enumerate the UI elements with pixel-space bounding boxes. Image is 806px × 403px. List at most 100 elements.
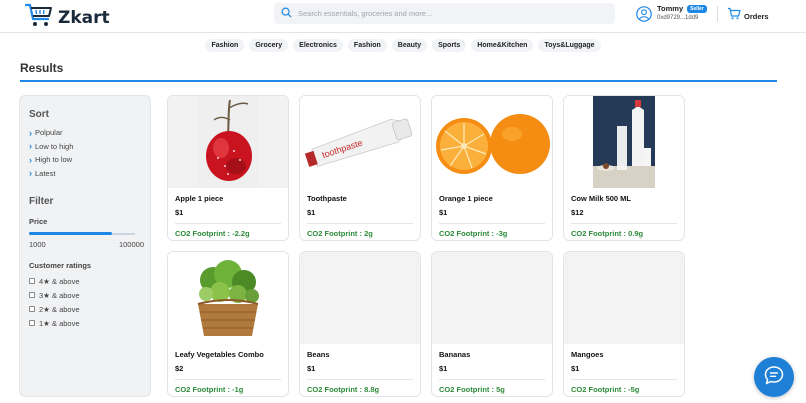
category-sports[interactable]: Sports (432, 39, 467, 52)
rating-option-3[interactable]: 3★ & above (29, 288, 141, 302)
product-name: Apple 1 piece (175, 194, 224, 203)
co2-footprint: CO2 Footprint : 8.8g (307, 385, 380, 394)
sort-option-low-to-high[interactable]: › Low to high (29, 140, 141, 154)
category-toys-luggage[interactable]: Toys&Luggage (538, 39, 601, 52)
product-card[interactable]: toothpaste Toothpaste $1 CO2 Footprint :… (299, 95, 421, 241)
product-name: Leafy Vegetables Combo (175, 350, 264, 359)
product-price: $1 (439, 208, 448, 217)
chat-button[interactable] (754, 357, 794, 397)
category-electronics[interactable]: Electronics (293, 39, 343, 52)
co2-footprint: CO2 Footprint : -2.2g (175, 229, 250, 238)
co2-footprint: CO2 Footprint : 2g (307, 229, 373, 238)
chevron-right-icon: › (29, 168, 32, 179)
card-divider (439, 223, 545, 224)
seller-badge: Seller (687, 4, 707, 13)
rating-label: 2★ & above (39, 304, 80, 314)
chevron-right-icon: › (29, 154, 32, 165)
card-divider (571, 223, 677, 224)
price-max: 100000 (118, 240, 144, 249)
chevron-right-icon: › (29, 127, 32, 138)
product-card[interactable]: Cow Milk 500 ML $12 CO2 Footprint : 0.9g (563, 95, 685, 241)
sort-title: Sort (29, 109, 49, 120)
logo-text: Zkart (58, 7, 110, 28)
rating-list: 4★ & above 3★ & above 2★ & above 1★ & ab… (29, 274, 141, 330)
orders-label: Orders (744, 11, 769, 21)
product-image-placeholder (300, 252, 420, 344)
product-price: $1 (439, 364, 448, 373)
product-card[interactable]: Beans $1 CO2 Footprint : 8.8g (299, 251, 421, 397)
price-min: 1000 (29, 240, 46, 249)
card-divider (439, 379, 545, 380)
top-header: Zkart Tommy Seller 0xd9729...1dd9 Orders (0, 0, 806, 33)
search-input[interactable] (298, 9, 598, 18)
product-name: Beans (307, 350, 330, 359)
product-image (168, 96, 288, 188)
logo[interactable]: Zkart (24, 2, 110, 33)
toothpaste-image: toothpaste (304, 118, 413, 167)
rating-option-2[interactable]: 2★ & above (29, 302, 141, 316)
results-title: Results (20, 61, 64, 75)
product-card[interactable]: Apple 1 piece $1 CO2 Footprint : -2.2g (167, 95, 289, 241)
ratings-title: Customer ratings (29, 261, 92, 270)
product-price: $1 (307, 364, 316, 373)
cart-logo-icon (24, 2, 54, 33)
sort-option-latest[interactable]: › Latest (29, 167, 141, 181)
category-fashion[interactable]: Fashion (205, 39, 245, 52)
sort-option-label: High to low (35, 155, 73, 165)
rating-label: 4★ & above (39, 276, 80, 286)
product-image (432, 96, 552, 188)
category-beauty[interactable]: Beauty (391, 39, 428, 52)
header-divider (717, 6, 718, 22)
rating-label: 3★ & above (39, 290, 80, 300)
category-fashion-2[interactable]: Fashion (347, 39, 387, 52)
product-price: $1 (571, 364, 580, 373)
category-grocery[interactable]: Grocery (249, 39, 289, 52)
product-card[interactable]: Leafy Vegetables Combo $2 CO2 Footprint … (167, 251, 289, 397)
product-price: $1 (307, 208, 316, 217)
price-slider-fill[interactable] (29, 232, 112, 235)
search-icon (281, 5, 292, 23)
product-card[interactable]: Bananas $1 CO2 Footprint : 5g (431, 251, 553, 397)
cart-icon (727, 7, 741, 25)
rating-checkbox[interactable] (29, 278, 35, 284)
user-name: Tommy (657, 4, 684, 13)
rating-checkbox[interactable] (29, 306, 35, 312)
milk-image (593, 96, 655, 188)
product-image-placeholder (432, 252, 552, 344)
product-card[interactable]: Mangoes $1 CO2 Footprint : -5g (563, 251, 685, 397)
category-nav: Fashion Grocery Electronics Fashion Beau… (0, 39, 806, 52)
co2-footprint: CO2 Footprint : 0.9g (571, 229, 644, 238)
card-divider (307, 223, 413, 224)
sort-option-label: Low to high (35, 141, 74, 151)
co2-footprint: CO2 Footprint : 5g (439, 385, 505, 394)
product-name: Mangoes (571, 350, 604, 359)
product-name: Bananas (439, 350, 471, 359)
price-label: Price (29, 217, 48, 226)
sort-option-high-to-low[interactable]: › High to low (29, 153, 141, 167)
co2-footprint: CO2 Footprint : -1g (175, 385, 244, 394)
product-card[interactable]: Orange 1 piece $1 CO2 Footprint : -3g (431, 95, 553, 241)
search-bar[interactable] (274, 3, 615, 24)
category-home-kitchen[interactable]: Home&Kitchen (471, 39, 534, 52)
product-name: Toothpaste (307, 194, 347, 203)
price-slider[interactable] (29, 232, 141, 236)
rating-checkbox[interactable] (29, 320, 35, 326)
sort-option-popular[interactable]: › Polpular (29, 126, 141, 140)
co2-footprint: CO2 Footprint : -5g (571, 385, 640, 394)
filter-sidebar: Sort › Polpular › Low to high › High to low… (19, 95, 151, 397)
card-divider (571, 379, 677, 380)
card-divider (175, 223, 281, 224)
rating-checkbox[interactable] (29, 292, 35, 298)
product-price: $1 (175, 208, 184, 217)
product-name: Cow Milk 500 ML (571, 194, 632, 203)
product-image (564, 96, 684, 188)
orders-button[interactable]: Orders (727, 7, 769, 25)
rating-option-4[interactable]: 4★ & above (29, 274, 141, 288)
user-profile[interactable]: Tommy Seller 0xd9729...1dd9 (636, 4, 707, 22)
vegetables-image (197, 260, 259, 336)
orange-image (436, 114, 550, 174)
card-divider (175, 379, 281, 380)
apple-image (198, 96, 258, 188)
rating-option-1[interactable]: 1★ & above (29, 316, 141, 330)
chevron-right-icon: › (29, 141, 32, 152)
